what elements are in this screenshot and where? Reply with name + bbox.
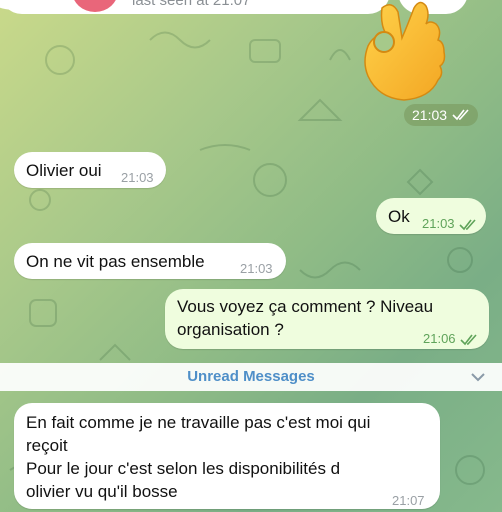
message-text: On ne vit pas ensemble (26, 252, 205, 271)
message-bubble-outgoing[interactable]: Vous voyez ça comment ? Niveau organisat… (165, 289, 489, 349)
message-text-line: Vous voyez ça comment ? Niveau (177, 297, 434, 316)
sticker-timestamp: 21:03 (404, 104, 479, 126)
message-time-status: 21:03 (422, 213, 477, 235)
message-bubble-incoming[interactable]: En fait comme je ne travaille pas c'est … (14, 403, 440, 509)
ok-hand-emoji[interactable] (352, 0, 448, 104)
message-bubble-incoming[interactable]: Olivier oui 21:03 (14, 152, 166, 188)
message-time: 21:03 (121, 170, 154, 185)
unread-messages-divider: Unread Messages (0, 363, 502, 391)
message-text-line: olivier vu qu'il bosse (26, 482, 178, 501)
message-text: Ok (388, 207, 410, 226)
unread-messages-label: Unread Messages (187, 368, 315, 385)
double-check-icon (458, 219, 476, 230)
message-time: 21:03 (422, 216, 455, 231)
double-check-icon (452, 109, 469, 121)
message-text-line: organisation ? (177, 320, 284, 339)
last-seen-status: last seen at 21:07 (132, 0, 251, 9)
message-time-status: 21:06 (423, 328, 478, 350)
chevron-down-icon[interactable] (470, 369, 486, 385)
message-bubble-incoming[interactable]: On ne vit pas ensemble 21:03 (14, 243, 286, 279)
message-text-line: En fait comme je ne travaille pas c'est … (26, 413, 371, 432)
message-time: 21:07 (392, 493, 425, 508)
double-check-icon (459, 334, 477, 345)
message-time: 21:03 (412, 107, 448, 123)
message-bubble-outgoing[interactable]: Ok 21:03 (376, 198, 486, 234)
message-time: 21:03 (240, 261, 273, 276)
message-text-line: Pour le jour c'est selon les disponibili… (26, 459, 341, 478)
message-text-line: reçoit (26, 436, 68, 455)
message-text: Olivier oui (26, 161, 102, 180)
message-time: 21:06 (423, 331, 456, 346)
